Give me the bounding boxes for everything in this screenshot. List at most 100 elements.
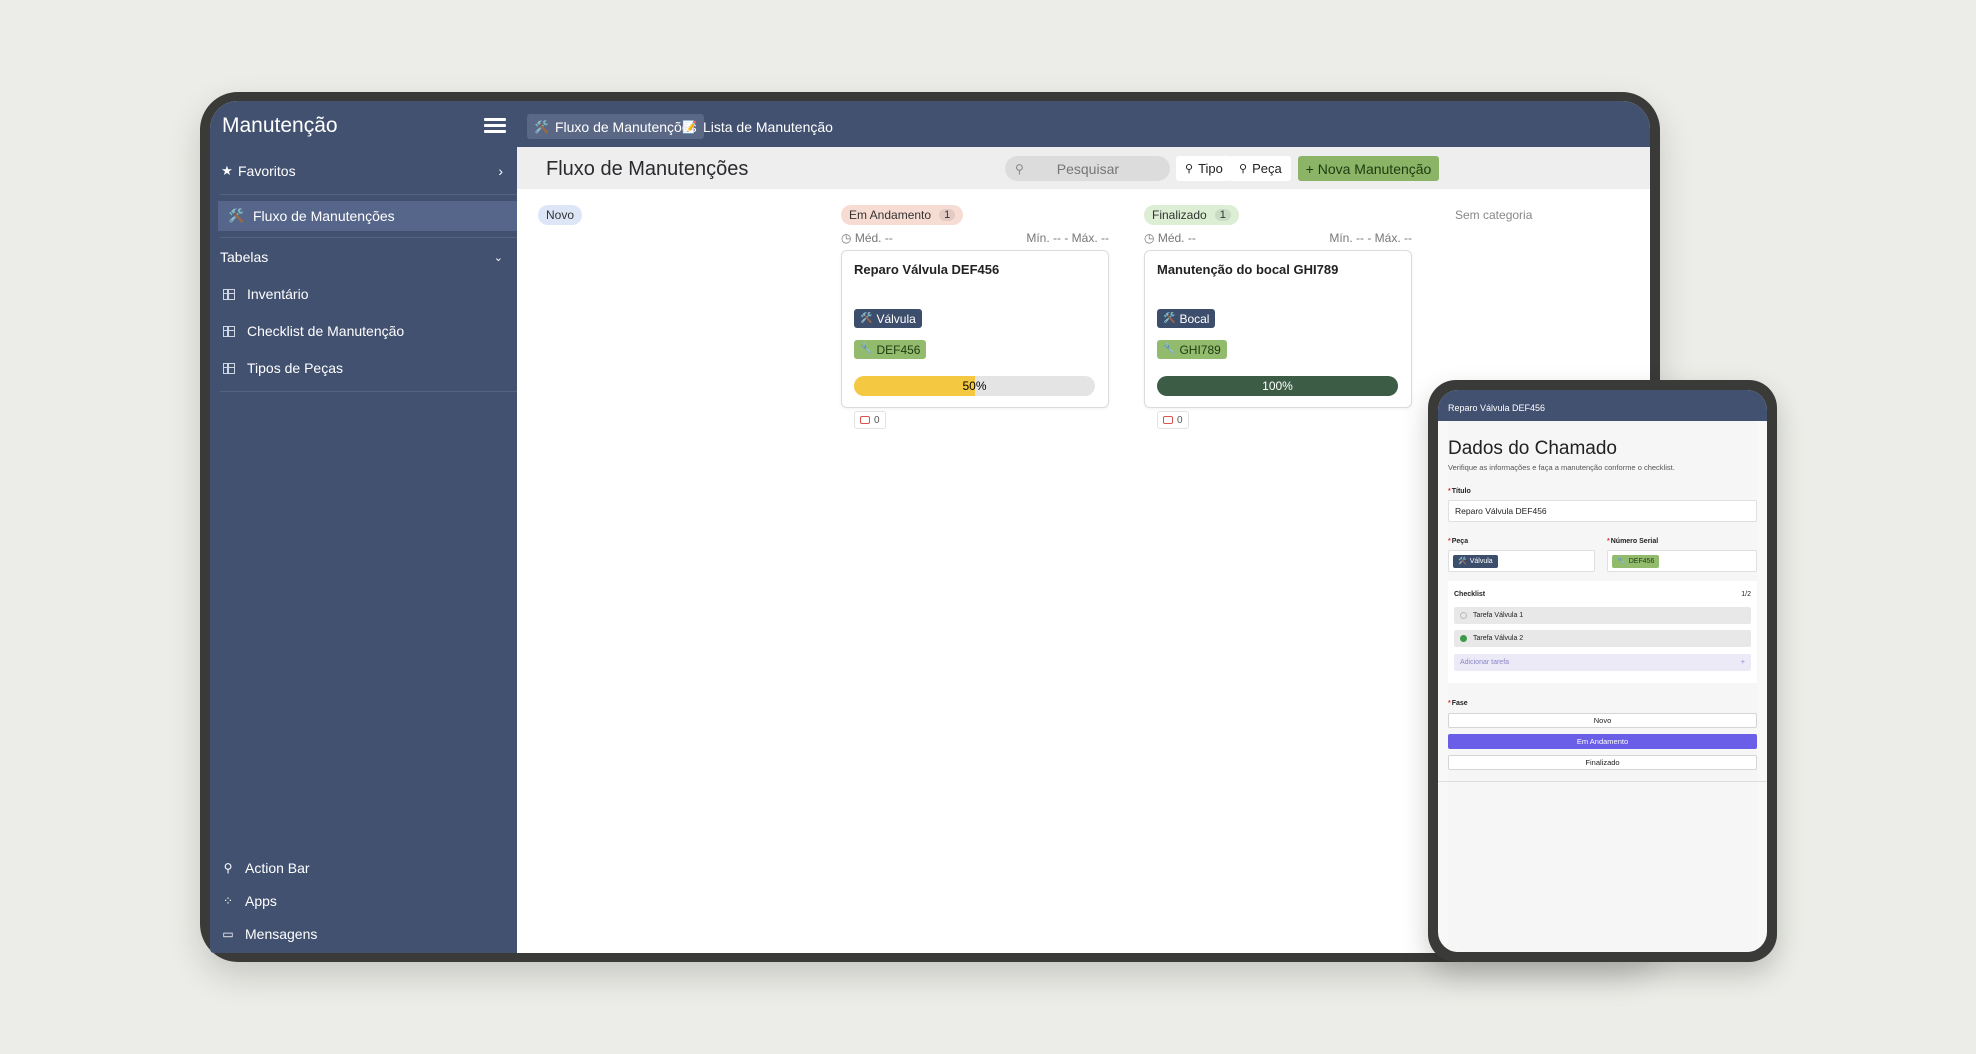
task-label: Tarefa Válvula 2 (1473, 635, 1524, 642)
avg-label: Méd. -- (854, 231, 893, 245)
column-label: Finalizado (1152, 208, 1207, 222)
phase-field-label: *Fase (1448, 700, 1468, 707)
filter-label: Tipo (1198, 161, 1223, 176)
top-bar: Manutenção 🛠️ Fluxo de Manutenções 📝 Lis… (210, 101, 1650, 147)
sidebar-action-bar[interactable]: ⚲ Action Bar (210, 856, 517, 880)
comment-count: 0 (874, 414, 880, 426)
card-reparo-valvula[interactable]: Reparo Válvula DEF456 🛠️ Válvula 🔧 DEF45… (841, 250, 1109, 429)
serial-select[interactable]: 🔧 DEF456 (1607, 550, 1757, 572)
table-icon (223, 362, 235, 374)
search-icon: ⚲ (1185, 163, 1194, 175)
divider (220, 391, 517, 392)
serial-tag: 🔧 GHI789 (1157, 340, 1227, 359)
sidebar-item-label: Tipos de Peças (247, 360, 343, 376)
phone-form: Dados do Chamado Verifique as informaçõe… (1438, 421, 1767, 952)
sidebar-item-tipos-pecas[interactable]: Tipos de Peças (210, 356, 517, 380)
check-circle-icon[interactable] (1460, 635, 1467, 642)
checklist-count: 1/2 (1741, 591, 1751, 598)
card-manutencao-bocal[interactable]: Manutenção do bocal GHI789 🛠️ Bocal 🔧 GH… (1144, 250, 1412, 429)
new-maintenance-button[interactable]: + Nova Manutenção (1298, 156, 1439, 181)
checklist-label: Checklist (1454, 591, 1486, 598)
sidebar: ★ Favoritos › 🛠️ Fluxo de Manutenções Ta… (210, 147, 517, 953)
chevron-right-icon: › (498, 163, 503, 179)
part-select[interactable]: 🛠️ Válvula (1448, 550, 1595, 572)
progress-label: 100% (1262, 379, 1293, 393)
star-icon: ★ (221, 163, 233, 178)
column-label: Novo (546, 208, 575, 222)
phone-frame: Reparo Válvula DEF456 Dados do Chamado V… (1428, 380, 1777, 962)
app-name: Manutenção (222, 114, 338, 137)
add-task-button[interactable]: Adicionar tarefa + (1454, 654, 1751, 671)
search-input[interactable]: ⚲ Pesquisar (1005, 156, 1170, 181)
sidebar-item-label: Fluxo de Manutenções (253, 208, 395, 224)
column-novo: Novo (538, 205, 583, 225)
sidebar-apps[interactable]: ⁘ Apps (210, 889, 517, 913)
divider (220, 194, 517, 195)
column-em-andamento: Em Andamento 1 (841, 205, 964, 225)
phase-option-em-andamento[interactable]: Em Andamento (1448, 734, 1757, 749)
checklist-task[interactable]: Tarefa Válvula 1 (1454, 607, 1751, 624)
filter-label: Peça (1252, 161, 1282, 176)
checklist-task[interactable]: Tarefa Válvula 2 (1454, 630, 1751, 647)
tools-icon: 🛠️ (1458, 558, 1467, 565)
filter-tipo-button[interactable]: ⚲ Tipo (1176, 156, 1232, 181)
tools-icon: 🛠️ (1163, 313, 1176, 324)
sidebar-item-label: Action Bar (245, 860, 310, 876)
comment-count: 0 (1177, 414, 1183, 426)
task-label: Tarefa Válvula 1 (1473, 612, 1524, 619)
favorites-label: Favoritos (238, 163, 296, 179)
search-icon: ⚲ (1239, 163, 1248, 175)
comment-icon (1163, 416, 1173, 424)
clock-icon: ◷ (1144, 231, 1155, 245)
wrench-icon: 🔧 (860, 344, 873, 355)
column-count: 1 (939, 209, 956, 221)
part-tag: 🛠️ Válvula (854, 309, 922, 328)
sidebar-item-label: Inventário (247, 286, 309, 302)
comment-icon (860, 416, 870, 424)
comments-count[interactable]: 0 (1157, 411, 1189, 429)
checklist-panel: Checklist 1/2 Tarefa Válvula 1 Tarefa Vá… (1448, 581, 1757, 683)
message-icon: ▭ (222, 927, 234, 941)
serial-tag: 🔧 DEF456 (854, 340, 927, 359)
form-title: Dados do Chamado (1448, 438, 1617, 459)
tab-lista-manutencao[interactable]: 📝 Lista de Manutenção (675, 114, 840, 139)
unchecked-icon[interactable] (1460, 612, 1467, 619)
column-stats: ◷ Méd. -- Mín. -- - Máx. -- (1144, 231, 1412, 245)
sidebar-item-label: Mensagens (245, 926, 318, 942)
sidebar-item-fluxo[interactable]: 🛠️ Fluxo de Manutenções (218, 201, 517, 231)
sidebar-item-checklist[interactable]: Checklist de Manutenção (210, 319, 517, 343)
sidebar-item-inventario[interactable]: Inventário (210, 282, 517, 306)
sidebar-favorites[interactable]: ★ Favoritos › (210, 159, 517, 183)
progress-bar: 100% (1157, 376, 1398, 396)
comments-count[interactable]: 0 (854, 411, 886, 429)
tools-icon: 🛠️ (860, 313, 873, 324)
phase-option-novo[interactable]: Novo (1448, 713, 1757, 728)
minmax-label: Mín. -- - Máx. -- (1329, 231, 1412, 245)
minmax-label: Mín. -- - Máx. -- (1026, 231, 1109, 245)
title-input[interactable]: Reparo Válvula DEF456 (1448, 500, 1757, 522)
menu-icon[interactable] (484, 118, 506, 134)
sidebar-tables-header[interactable]: Tabelas ⌄ (210, 245, 517, 269)
card-title: Manutenção do bocal GHI789 (1157, 262, 1339, 277)
apps-grid-icon: ⁘ (222, 894, 234, 908)
tag-label: GHI789 (1179, 342, 1221, 357)
progress-bar: 50% (854, 376, 1095, 396)
phase-option-finalizado[interactable]: Finalizado (1448, 755, 1757, 770)
tag-label: Bocal (1179, 311, 1210, 326)
add-task-label: Adicionar tarefa (1460, 659, 1510, 666)
main-header: Fluxo de Manutenções ⚲ Pesquisar ⚲ Tipo … (517, 147, 1650, 189)
search-icon: ⚲ (1015, 161, 1024, 176)
sidebar-item-label: Checklist de Manutenção (247, 323, 405, 339)
tab-label: Lista de Manutenção (702, 118, 833, 135)
tag-label: DEF456 (876, 342, 921, 357)
sidebar-mensagens[interactable]: ▭ Mensagens (210, 922, 517, 946)
tag-label: Válvula (876, 311, 916, 326)
phone-screen: Reparo Válvula DEF456 Dados do Chamado V… (1438, 390, 1767, 952)
plus-icon: + (1740, 659, 1745, 666)
wrench-icon: 🔧 (1163, 344, 1176, 355)
serial-tag: 🔧 DEF456 (1612, 554, 1660, 568)
clock-icon: ◷ (841, 231, 852, 245)
part-field-label: *Peça (1448, 538, 1469, 545)
filter-peca-button[interactable]: ⚲ Peça (1230, 156, 1291, 181)
form-subtitle: Verifique as informações e faça a manute… (1448, 463, 1675, 472)
